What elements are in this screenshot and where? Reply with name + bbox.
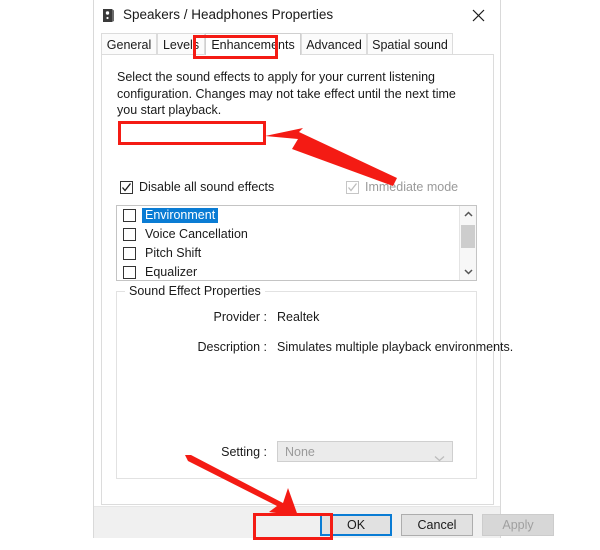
chevron-down-icon [434,449,445,467]
close-icon[interactable] [456,0,500,31]
provider-label: Provider : [213,310,268,324]
window-title: Speakers / Headphones Properties [123,7,334,22]
provider-value: Realtek [277,310,320,324]
checkbox-label: Disable all sound effects [139,180,275,194]
tab-label: Spatial sound [372,37,448,52]
checkbox-box-unchecked[interactable] [123,209,136,222]
scrollbar-thumb[interactable] [461,225,475,248]
group-title: Sound Effect Properties [125,284,265,298]
tab-advanced[interactable]: Advanced [301,33,367,55]
checkbox-box-unchecked[interactable] [123,228,136,241]
list-item-label: Equalizer [145,265,198,279]
checkbox-box-checked-disabled [346,180,359,194]
checkbox-box-unchecked[interactable] [123,266,136,279]
tab-strip: General Levels Enhancements Advanced Spa… [101,33,494,55]
immediate-mode-checkbox: Immediate mode [346,180,458,194]
description-value: Simulates multiple playback environments… [277,340,514,354]
setting-label: Setting : [221,445,267,459]
title-bar: Speakers / Headphones Properties [94,0,500,31]
cancel-button[interactable]: Cancel [401,514,473,536]
properties-dialog: Speakers / Headphones Properties General… [93,0,554,538]
tab-levels[interactable]: Levels [157,33,205,55]
list-item[interactable]: Environment [117,206,459,225]
tab-enhancements[interactable]: Enhancements [205,33,301,55]
list-item[interactable]: Pitch Shift [117,244,459,263]
scroll-down-icon[interactable] [460,263,476,280]
tab-label: General [106,37,152,52]
list-items-container: Environment Voice Cancellation Pitch Shi… [117,206,459,280]
list-item[interactable]: Voice Cancellation [117,225,459,244]
tab-spatial-sound[interactable]: Spatial sound [367,33,453,55]
list-item-label: Environment [142,208,219,223]
setting-selected-value: None [285,445,315,459]
description-label: Description : [197,340,267,354]
sound-effect-properties-group: Sound Effect Properties Provider : Realt… [116,284,513,479]
list-item-label: Pitch Shift [145,246,202,260]
ok-button[interactable]: OK [320,514,392,536]
tab-label: Enhancements [211,37,295,52]
list-item[interactable]: Equalizer [117,263,459,280]
speaker-device-icon [101,8,116,23]
sound-effects-list[interactable]: Environment Voice Cancellation Pitch Shi… [116,205,477,281]
checkbox-label: Immediate mode [365,180,459,194]
setting-dropdown[interactable]: None [277,441,453,462]
button-label: Cancel [417,518,457,532]
tab-label: Advanced [306,37,362,52]
tab-general[interactable]: General [101,33,157,55]
disable-all-sound-effects-checkbox[interactable]: Disable all sound effects [120,180,274,194]
apply-button: Apply [482,514,554,536]
checkbox-box-unchecked[interactable] [123,247,136,260]
button-label: Apply [502,518,534,532]
list-vertical-scrollbar[interactable] [459,206,476,280]
checkbox-box-checked [120,180,133,194]
tab-label: Levels [162,37,200,52]
scroll-up-icon[interactable] [460,206,476,223]
dialog-footer: OK Cancel Apply [94,506,554,538]
intro-description: Select the sound effects to apply for yo… [117,70,456,117]
enhancements-tab-panel: Select the sound effects to apply for yo… [101,54,513,505]
button-label: OK [346,518,366,532]
list-item-label: Voice Cancellation [145,227,248,241]
